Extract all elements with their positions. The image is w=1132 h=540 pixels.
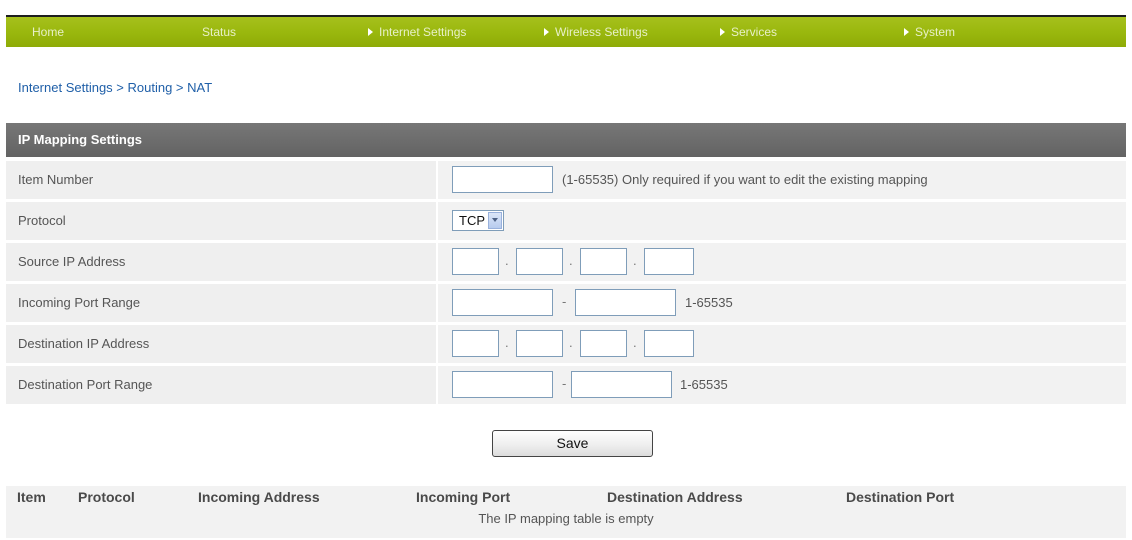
nav-system[interactable]: System	[904, 17, 955, 47]
protocol-select[interactable]: TCP	[452, 210, 504, 231]
protocol-value-cell: TCP	[438, 202, 1126, 240]
destination-ip-dot: .	[633, 335, 637, 350]
destination-port-range-hint: 1-65535	[680, 377, 728, 392]
nav-services[interactable]: Services	[720, 17, 777, 47]
save-button[interactable]: Save	[492, 430, 653, 457]
top-navigation: Home Status Internet Settings Wireless S…	[6, 15, 1126, 47]
nav-wireless-settings-label: Wireless Settings	[555, 25, 648, 39]
nav-status[interactable]: Status	[202, 17, 236, 47]
item-number-label: Item Number	[6, 161, 436, 199]
destination-port-value-cell: - 1-65535	[438, 366, 1126, 404]
incoming-port-label: Incoming Port Range	[6, 284, 436, 322]
row-source-ip: Source IP Address . . .	[6, 243, 1126, 281]
protocol-label: Protocol	[6, 202, 436, 240]
nav-home[interactable]: Home	[32, 17, 64, 47]
panel-title: IP Mapping Settings	[6, 123, 1126, 157]
chevron-down-icon[interactable]	[488, 212, 502, 229]
incoming-port-to-input[interactable]	[575, 289, 676, 316]
column-header-incoming-address: Incoming Address	[198, 489, 320, 505]
source-ip-octet-2[interactable]	[516, 248, 563, 275]
row-incoming-port: Incoming Port Range - 1-65535	[6, 284, 1126, 322]
column-header-item: Item	[17, 489, 46, 505]
triangle-right-icon	[368, 28, 373, 36]
nav-status-label: Status	[202, 25, 237, 39]
mapping-table-empty-message: The IP mapping table is empty	[6, 508, 1126, 538]
destination-ip-octet-2[interactable]	[516, 330, 563, 357]
column-header-incoming-port: Incoming Port	[416, 489, 511, 505]
incoming-port-value-cell: - 1-65535	[438, 284, 1126, 322]
protocol-selected-value: TCP	[459, 213, 485, 228]
source-ip-octet-4[interactable]	[644, 248, 694, 275]
destination-ip-octet-1[interactable]	[452, 330, 499, 357]
destination-ip-octet-3[interactable]	[580, 330, 627, 357]
destination-port-dash: -	[562, 376, 567, 391]
row-destination-ip: Destination IP Address . . .	[6, 325, 1126, 363]
mapping-table-header: Item Protocol Incoming Address Incoming …	[6, 486, 1126, 508]
triangle-right-icon	[720, 28, 725, 36]
row-protocol: Protocol TCP	[6, 202, 1126, 240]
source-ip-label: Source IP Address	[6, 243, 436, 281]
destination-ip-dot: .	[505, 335, 509, 350]
item-number-value-cell: (1-65535) Only required if you want to e…	[438, 161, 1126, 199]
nav-home-label: Home	[32, 25, 65, 39]
row-item-number: Item Number (1-65535) Only required if y…	[6, 161, 1126, 199]
item-number-input[interactable]	[452, 166, 553, 193]
breadcrumb: Internet Settings > Routing > NAT	[18, 80, 213, 95]
source-ip-octet-3[interactable]	[580, 248, 627, 275]
column-header-destination-port: Destination Port	[846, 489, 955, 505]
source-ip-dot: .	[505, 253, 509, 268]
source-ip-dot: .	[633, 253, 637, 268]
column-header-protocol: Protocol	[78, 489, 135, 505]
destination-ip-octet-4[interactable]	[644, 330, 694, 357]
incoming-port-from-input[interactable]	[452, 289, 553, 316]
source-ip-value-cell: . . .	[438, 243, 1126, 281]
nav-internet-settings-label: Internet Settings	[379, 25, 467, 39]
nav-system-label: System	[915, 25, 956, 39]
item-number-hint: (1-65535) Only required if you want to e…	[562, 172, 928, 187]
source-ip-dot: .	[569, 253, 573, 268]
nav-wireless-settings[interactable]: Wireless Settings	[544, 17, 648, 47]
nav-internet-settings[interactable]: Internet Settings	[368, 17, 466, 47]
triangle-right-icon	[904, 28, 909, 36]
triangle-right-icon	[544, 28, 549, 36]
destination-port-to-input[interactable]	[571, 371, 672, 398]
destination-port-from-input[interactable]	[452, 371, 553, 398]
column-header-destination-address: Destination Address	[607, 489, 743, 505]
destination-ip-dot: .	[569, 335, 573, 350]
nat-settings-page: Home Status Internet Settings Wireless S…	[0, 0, 1132, 540]
incoming-port-range-hint: 1-65535	[685, 295, 733, 310]
nav-services-label: Services	[731, 25, 778, 39]
source-ip-octet-1[interactable]	[452, 248, 499, 275]
destination-port-label: Destination Port Range	[6, 366, 436, 404]
destination-ip-value-cell: . . .	[438, 325, 1126, 363]
row-destination-port: Destination Port Range - 1-65535	[6, 366, 1126, 404]
destination-ip-label: Destination IP Address	[6, 325, 436, 363]
incoming-port-dash: -	[562, 294, 567, 309]
